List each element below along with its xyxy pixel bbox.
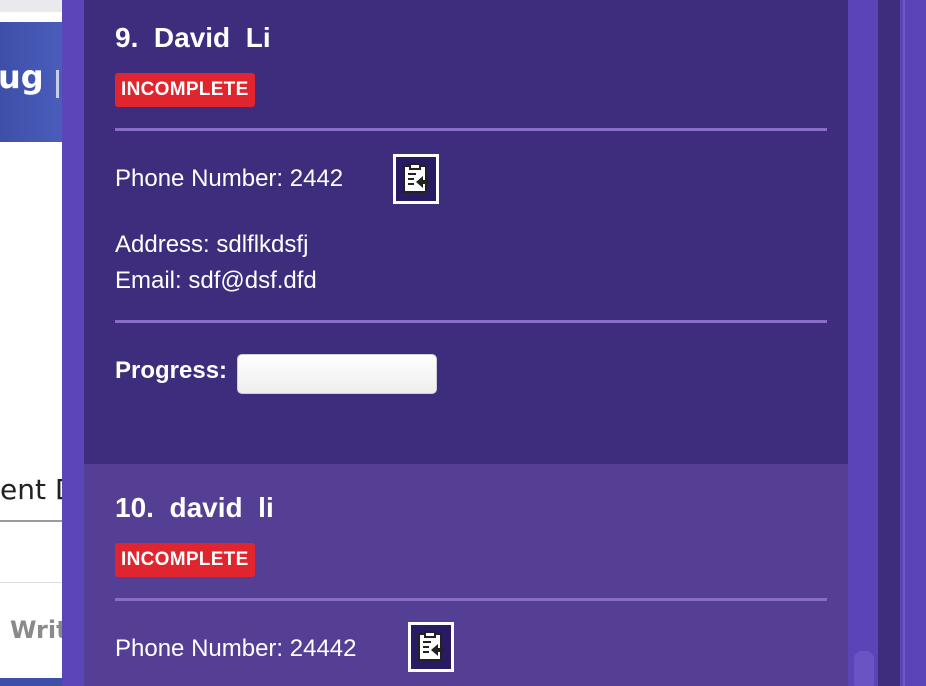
contact-name: 10. david li bbox=[115, 492, 274, 523]
background-section-title: ent D bbox=[0, 473, 62, 506]
right-edge-line bbox=[903, 0, 905, 686]
progress-label: Progress: bbox=[115, 357, 228, 384]
phone-number: Phone Number: 24442 bbox=[115, 635, 357, 662]
background-divider bbox=[0, 582, 62, 583]
background-bottom-bar bbox=[0, 678, 62, 686]
status-badge: INCOMPLETE bbox=[115, 73, 255, 107]
scrollbar-track[interactable] bbox=[848, 0, 878, 686]
clipboard-copy-icon bbox=[403, 163, 429, 193]
status-badge: INCOMPLETE bbox=[115, 543, 255, 577]
contact-list-modal: 9. David Li INCOMPLETE Phone Number: 244… bbox=[62, 0, 878, 686]
card-divider bbox=[115, 320, 827, 323]
background-header-text: ug bbox=[0, 58, 44, 96]
phone-number: Phone Number: 2442 bbox=[115, 165, 344, 192]
card-divider bbox=[115, 128, 827, 131]
copy-phone-button[interactable] bbox=[408, 622, 454, 672]
contact-name: 9. David Li bbox=[115, 22, 271, 53]
address: Address: sdlflkdsfj bbox=[115, 231, 309, 258]
clipboard-copy-icon bbox=[418, 631, 444, 661]
card-divider bbox=[115, 598, 827, 601]
background-tab[interactable]: Writ bbox=[10, 616, 62, 644]
email: Email: sdf@dsf.dfd bbox=[115, 267, 317, 294]
contact-card: 10. david li INCOMPLETE Phone Number: 24… bbox=[84, 464, 848, 686]
right-panel-strip bbox=[878, 0, 900, 686]
background-header-cursor bbox=[56, 70, 59, 98]
background-app: ug ent D Writ bbox=[0, 0, 62, 686]
modal-left-edge bbox=[62, 0, 84, 686]
background-top-strip bbox=[0, 0, 62, 12]
copy-phone-button[interactable] bbox=[393, 154, 439, 204]
contact-list: 9. David Li INCOMPLETE Phone Number: 244… bbox=[84, 0, 848, 686]
progress-bar bbox=[237, 354, 437, 394]
scrollbar-thumb[interactable] bbox=[854, 651, 874, 686]
contact-card: 9. David Li INCOMPLETE Phone Number: 244… bbox=[84, 0, 848, 464]
background-underline bbox=[0, 520, 62, 522]
background-header: ug bbox=[0, 22, 62, 142]
